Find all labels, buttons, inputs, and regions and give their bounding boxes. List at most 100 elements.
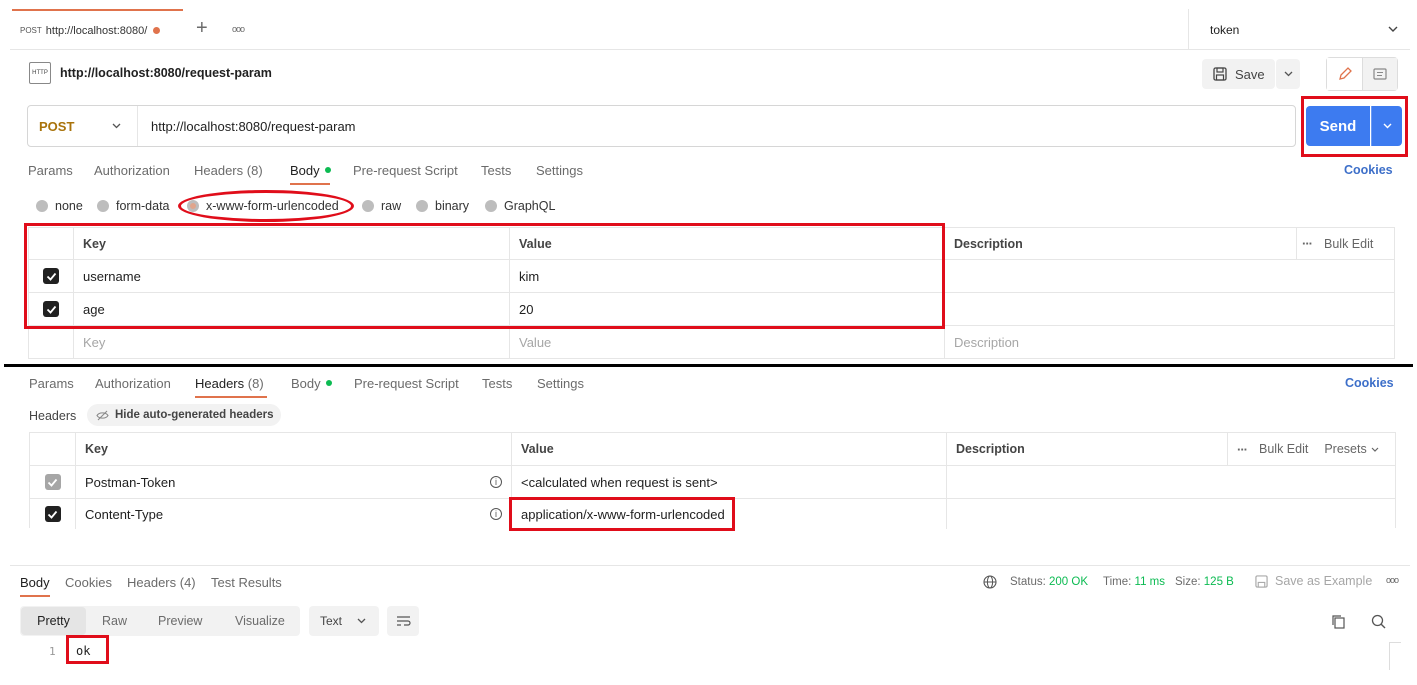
tab-body[interactable]: Body	[290, 163, 331, 178]
response-more-icon[interactable]: ooo	[1386, 575, 1399, 585]
more-tabs-icon[interactable]: ooo	[232, 24, 245, 34]
environment-name: token	[1210, 22, 1240, 37]
bulk-edit-button[interactable]: Bulk Edit	[1324, 237, 1373, 251]
method-select[interactable]: POST	[28, 106, 138, 146]
comments-button[interactable]	[1363, 58, 1397, 90]
time-text: Time: 11 ms	[1103, 576, 1165, 588]
view-mode-pretty[interactable]: Pretty	[21, 607, 86, 635]
radio-icon	[485, 200, 497, 212]
table-row-description[interactable]	[945, 260, 1395, 293]
request-tab[interactable]: POST http://localhost:8080/	[12, 9, 183, 50]
table-row-description[interactable]	[945, 293, 1395, 326]
tab-tests[interactable]: Tests	[482, 376, 512, 391]
body-active-dot-icon	[324, 167, 331, 173]
tab-pre-request-script[interactable]: Pre-request Script	[354, 376, 459, 391]
chevron-down-icon	[357, 618, 366, 624]
tab-pre-request-script[interactable]: Pre-request Script	[353, 163, 458, 178]
cookies-link[interactable]: Cookies	[1345, 376, 1394, 390]
checkbox-checked-icon[interactable]	[44, 506, 61, 522]
body-type-form-data[interactable]: form-data	[97, 199, 170, 213]
view-mode-raw[interactable]: Raw	[102, 614, 127, 628]
line-number: 1	[49, 645, 56, 658]
environment-selector[interactable]: token	[1188, 9, 1410, 50]
description-placeholder[interactable]: Description	[945, 326, 1395, 359]
size-text: Size: 125 B	[1175, 576, 1234, 588]
response-tab-test-results[interactable]: Test Results	[211, 575, 282, 590]
eye-off-icon	[96, 410, 109, 420]
format-select[interactable]: Text	[309, 606, 379, 636]
chevron-down-icon	[1388, 26, 1398, 32]
annotation-params-box	[24, 223, 945, 329]
annotation-content-type-box	[509, 497, 735, 531]
edit-mode-button[interactable]	[1327, 58, 1363, 90]
table-header-description: Description	[945, 228, 1296, 260]
table-row-check[interactable]	[30, 499, 76, 529]
editor-scrollbar[interactable]	[1389, 642, 1401, 670]
copy-icon[interactable]	[1331, 614, 1346, 629]
save-options-button[interactable]	[1276, 59, 1300, 89]
save-example-button[interactable]: Save as Example	[1255, 574, 1372, 588]
tab-headers-underline	[195, 396, 267, 398]
response-divider	[10, 565, 1410, 566]
tab-settings[interactable]: Settings	[537, 376, 584, 391]
key-placeholder[interactable]: Key	[74, 326, 510, 359]
tab-body-underline	[290, 183, 330, 185]
table-header-description: Description	[947, 433, 1228, 466]
bulk-edit-button[interactable]: Bulk Edit	[1259, 442, 1308, 456]
tab-headers[interactable]: Headers (8)	[194, 163, 263, 178]
checkbox-disabled-icon	[44, 474, 61, 490]
headers-actions: ··· Bulk Edit Presets	[1228, 433, 1396, 466]
presets-button[interactable]: Presets	[1324, 442, 1366, 456]
more-options-icon[interactable]: ···	[1302, 236, 1313, 251]
response-tab-cookies[interactable]: Cookies	[65, 575, 112, 590]
body-type-graphql[interactable]: GraphQL	[485, 199, 555, 213]
request-tab-url: http://localhost:8080/	[45, 24, 148, 37]
globe-icon[interactable]	[983, 575, 997, 589]
add-tab-button[interactable]: +	[196, 17, 208, 40]
tab-body[interactable]: Body	[291, 376, 332, 391]
table-row-check	[30, 466, 76, 499]
tab-tests[interactable]: Tests	[481, 163, 511, 178]
save-button[interactable]: Save	[1202, 59, 1275, 89]
view-toggle	[1326, 57, 1398, 91]
method-label: POST	[39, 118, 75, 134]
value-placeholder[interactable]: Value	[510, 326, 945, 359]
view-mode-preview[interactable]: Preview	[158, 614, 202, 628]
tab-params[interactable]: Params	[28, 163, 73, 178]
wrap-lines-icon	[396, 616, 411, 626]
http-icon: HTTP	[29, 62, 51, 84]
hide-auto-headers-button[interactable]: Hide auto-generated headers	[87, 404, 281, 426]
body-type-binary[interactable]: binary	[416, 199, 469, 213]
cookies-link[interactable]: Cookies	[1344, 163, 1393, 177]
search-icon[interactable]	[1371, 614, 1386, 629]
tab-settings[interactable]: Settings	[536, 163, 583, 178]
info-icon[interactable]: i	[490, 508, 502, 520]
annotation-send-box	[1301, 96, 1408, 157]
response-tab-headers[interactable]: Headers (4)	[127, 575, 196, 590]
radio-icon	[36, 200, 48, 212]
tab-authorization[interactable]: Authorization	[94, 163, 170, 178]
more-options-icon[interactable]: ···	[1237, 442, 1248, 457]
table-header-check	[30, 433, 76, 466]
headers-title: Headers	[29, 409, 77, 423]
body-type-raw[interactable]: raw	[362, 199, 401, 213]
table-row-description[interactable]	[947, 499, 1396, 529]
info-icon[interactable]: i	[490, 476, 502, 488]
radio-icon	[416, 200, 428, 212]
wrap-lines-button[interactable]	[387, 606, 419, 636]
chevron-down-icon	[112, 123, 121, 129]
view-mode-visualize[interactable]: Visualize	[235, 614, 285, 628]
tab-params[interactable]: Params	[29, 376, 74, 391]
tab-authorization[interactable]: Authorization	[95, 376, 171, 391]
url-input[interactable]	[145, 110, 1285, 142]
request-tab-method: POST	[20, 26, 42, 35]
tab-headers[interactable]: Headers (8)	[195, 376, 264, 391]
body-type-none[interactable]: none	[36, 199, 83, 213]
radio-icon	[362, 200, 374, 212]
save-icon	[1255, 574, 1268, 588]
response-tab-body[interactable]: Body	[20, 575, 50, 590]
table-row-key: Content-Type i	[76, 499, 512, 529]
chevron-down-icon	[1284, 71, 1292, 77]
table-header-key: Key	[76, 433, 512, 466]
table-row-description	[947, 466, 1396, 499]
